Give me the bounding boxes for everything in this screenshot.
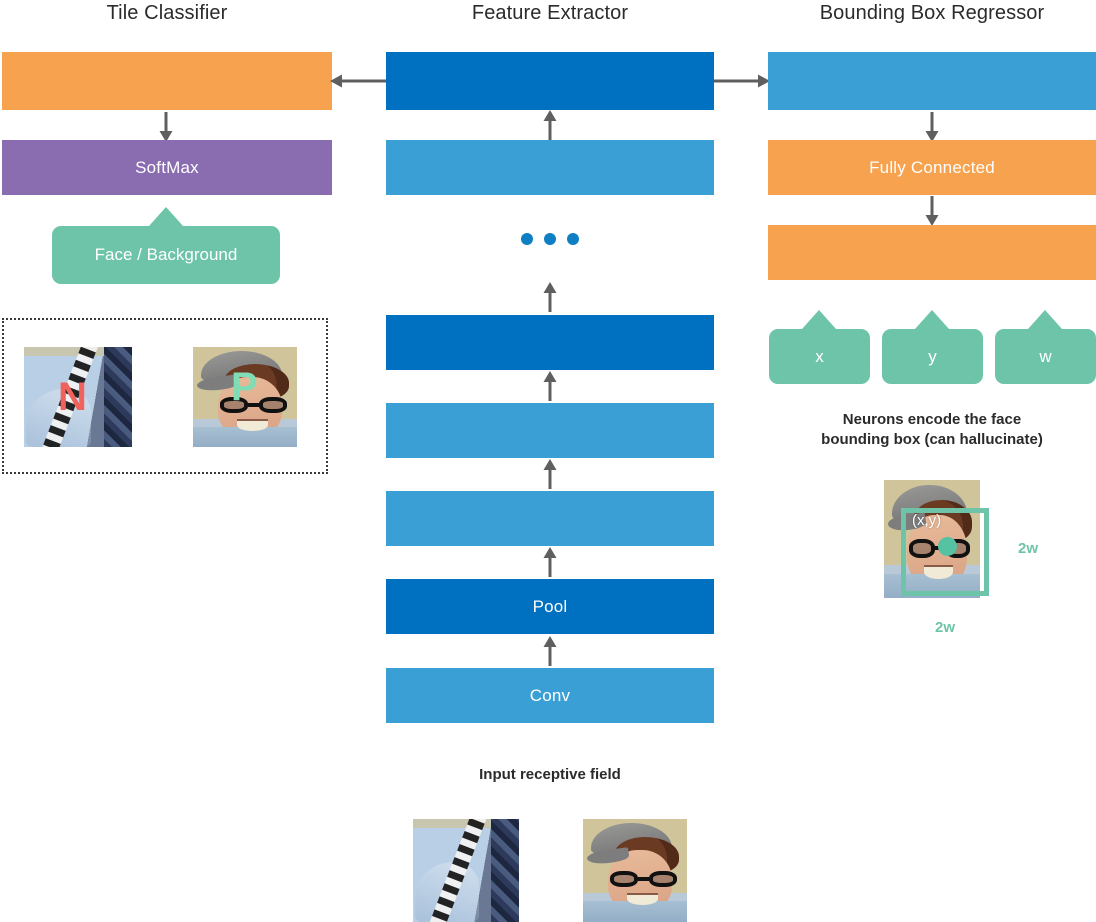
- layers-ellipsis-icon: [521, 233, 579, 245]
- bounding-box-center-label: (x,y): [912, 512, 942, 529]
- column-title-feature-extractor: Feature Extractor: [471, 2, 629, 24]
- bbox-output-block: [768, 225, 1096, 280]
- arrow-up-conv-to-pool: [541, 636, 559, 666]
- arrow-up-feat-6-to-7: [541, 110, 559, 140]
- arrow-down-fully-connected-to-output: [923, 196, 941, 226]
- fully-connected-block: Fully Connected: [768, 140, 1096, 195]
- input-receptive-field-caption: Input receptive field: [479, 766, 621, 783]
- callout-neuron-y-label: y: [882, 329, 983, 384]
- bounding-box-width-label: 2w: [935, 619, 956, 636]
- softmax-block: SoftMax: [2, 140, 332, 195]
- callout-neuron-w: w: [995, 310, 1096, 384]
- bounding-box-illustration: (x,y): [884, 480, 989, 598]
- input-tile-negative: [413, 819, 519, 922]
- callout-face-background-label: Face / Background: [52, 226, 280, 284]
- callout-notch-icon: [915, 310, 949, 329]
- arrow-up-feat-5-to-ellipsis: [541, 282, 559, 312]
- pool-block: Pool: [386, 579, 714, 634]
- column-title-tile-classifier: Tile Classifier: [106, 2, 228, 24]
- callout-notch-icon: [149, 207, 183, 226]
- arrow-up-feat-3-to-4: [541, 459, 559, 489]
- callout-neuron-x: x: [769, 310, 870, 384]
- feature-extractor-block-3: [386, 491, 714, 546]
- callout-neuron-w-label: w: [995, 329, 1096, 384]
- conv-block: Conv: [386, 668, 714, 723]
- column-title-bounding-box-regressor: Bounding Box Regressor: [819, 2, 1045, 24]
- callout-neuron-y: y: [882, 310, 983, 384]
- bounding-box-center-dot-icon: [938, 537, 957, 556]
- feature-extractor-block-5: [386, 315, 714, 370]
- feature-extractor-block-4: [386, 403, 714, 458]
- arrow-up-feat-4-to-5: [541, 371, 559, 401]
- arrow-right-feature-extractor-to-bounding-box-regressor: [712, 72, 770, 90]
- smile-shape: [236, 419, 268, 431]
- input-tile-positive: [583, 819, 687, 922]
- arrow-down-bbox-feature-to-fully-connected: [923, 112, 941, 142]
- feature-extractor-block-7: [386, 52, 714, 110]
- bbox-caption-line-1: Neurons encode the face: [842, 411, 1022, 428]
- arrow-down-tile-classifier-to-softmax: [157, 112, 175, 142]
- bbox-caption-line-2: bounding box (can hallucinate): [821, 431, 1043, 449]
- diagram-canvas: Tile Classifier Feature Extractor Boundi…: [0, 0, 1096, 922]
- arrow-left-feature-extractor-to-tile-classifier: [330, 72, 388, 90]
- tile-label-positive: P: [231, 365, 258, 409]
- callout-face-background: Face / Background: [52, 207, 280, 284]
- callout-notch-icon: [802, 310, 836, 329]
- bbox-regressor-caption: Neurons encode the face bounding box (ca…: [768, 410, 1096, 451]
- callout-neuron-x-label: x: [769, 329, 870, 384]
- tile-classifier-feature-block: [2, 52, 332, 110]
- feature-extractor-block-6: [386, 140, 714, 195]
- tile-label-negative: N: [58, 375, 87, 419]
- necktie-shape: [103, 347, 132, 447]
- bbox-feature-block: [768, 52, 1096, 110]
- callout-notch-icon: [1028, 310, 1062, 329]
- arrow-up-pool-to-feat-3: [541, 547, 559, 577]
- bounding-box-height-label: 2w: [1018, 540, 1039, 557]
